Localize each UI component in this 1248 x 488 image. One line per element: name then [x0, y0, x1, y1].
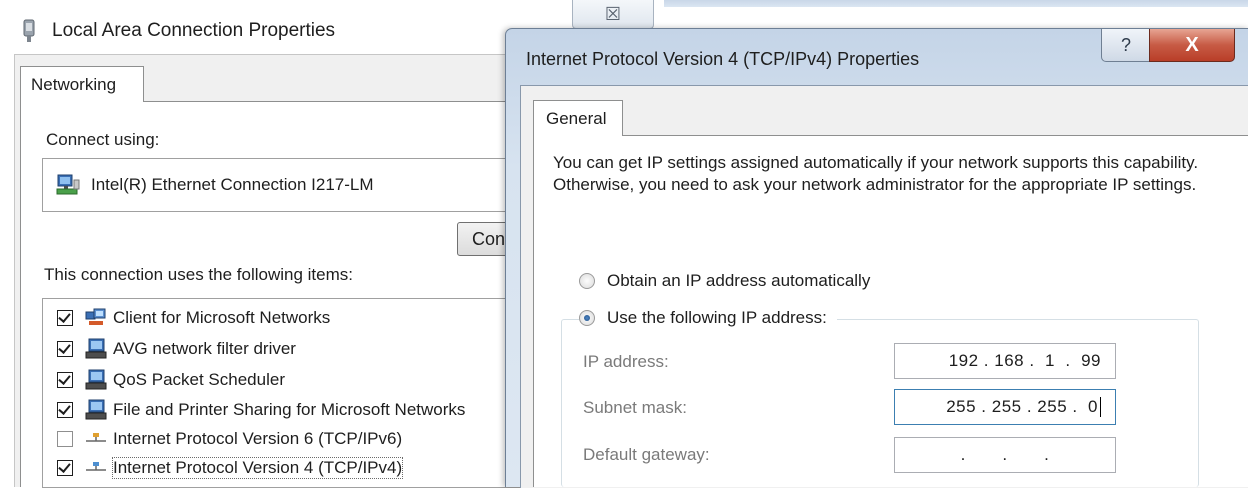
list-item[interactable]: Internet Protocol Version 4 (TCP/IPv4) — [57, 454, 404, 482]
ip-address-field[interactable]: 192 . 168 . 1 . 99 — [894, 343, 1116, 379]
tab-networking[interactable]: Networking — [20, 66, 144, 102]
default-gateway-value: . . . — [955, 445, 1055, 464]
checkbox[interactable] — [57, 431, 73, 447]
subnet-mask-field[interactable]: 255 . 255 . 255 . 0 — [894, 389, 1116, 425]
radio-use-following[interactable]: Use the following IP address: — [579, 308, 837, 328]
radio-button[interactable] — [579, 273, 595, 289]
network-adapter-icon — [23, 19, 35, 42]
close-icon: X — [1185, 33, 1199, 56]
ip-address-label: IP address: — [583, 352, 669, 371]
window-title[interactable]: Internet Protocol Version 4 (TCP/IPv4) P… — [526, 49, 919, 70]
item-label: Internet Protocol Version 4 (TCP/IPv4) — [111, 457, 404, 479]
list-item[interactable]: File and Printer Sharing for Microsoft N… — [57, 396, 465, 424]
item-label: File and Printer Sharing for Microsoft N… — [113, 400, 466, 419]
items-list-label: This connection uses the following items… — [44, 265, 353, 284]
list-item[interactable]: QoS Packet Scheduler — [57, 366, 285, 394]
help-icon: ? — [1120, 34, 1131, 55]
item-label: QoS Packet Scheduler — [113, 370, 285, 389]
list-item[interactable]: Client for Microsoft Networks — [57, 304, 330, 332]
subnet-mask-label: Subnet mask: — [583, 398, 687, 417]
default-gateway-label: Default gateway: — [583, 445, 710, 464]
ip-address-value: 192 . 168 . 1 . 99 — [948, 351, 1101, 370]
radio-button[interactable] — [579, 310, 595, 326]
tab-label: General — [546, 108, 607, 128]
checkbox[interactable] — [57, 310, 73, 326]
list-item[interactable]: AVG network filter driver — [57, 335, 296, 363]
item-label: Client for Microsoft Networks — [113, 308, 331, 327]
checkbox[interactable] — [57, 341, 73, 357]
network-service-icon — [85, 338, 107, 359]
list-item[interactable]: Internet Protocol Version 6 (TCP/IPv6) — [57, 425, 402, 453]
close-button[interactable]: X — [1149, 29, 1235, 62]
window-frame — [664, 0, 1248, 7]
window-title-bar[interactable]: Local Area Connection Properties — [20, 14, 335, 48]
network-client-icon — [85, 308, 106, 325]
checkbox[interactable] — [57, 372, 73, 388]
network-service-icon — [85, 399, 107, 420]
adapter-name: Intel(R) Ethernet Connection I217-LM — [91, 175, 374, 194]
item-label: Internet Protocol Version 6 (TCP/IPv6) — [113, 429, 403, 448]
radio-label: Obtain an IP address automatically — [607, 271, 871, 290]
item-label: AVG network filter driver — [113, 339, 296, 358]
default-gateway-field[interactable]: . . . — [894, 437, 1116, 473]
intro-text: You can get IP settings assigned automat… — [553, 153, 1199, 194]
close-icon: ☒ — [604, 3, 622, 24]
network-service-icon — [85, 369, 107, 390]
connect-using-label: Connect using: — [46, 130, 160, 149]
close-button[interactable]: ☒ — [572, 0, 654, 29]
tab-general[interactable]: General — [533, 100, 623, 136]
radio-label: Use the following IP address: — [607, 308, 827, 327]
checkbox[interactable] — [57, 402, 73, 418]
text-caret — [1100, 397, 1101, 417]
subnet-mask-value: 255 . 255 . 255 . 0 — [946, 397, 1098, 416]
checkbox[interactable] — [57, 460, 73, 476]
ethernet-adapter-icon — [56, 174, 80, 195]
help-button[interactable]: ? — [1101, 29, 1151, 62]
window-title: Local Area Connection Properties — [52, 20, 336, 41]
protocol-icon — [86, 433, 106, 442]
tab-label: Networking — [31, 74, 117, 94]
protocol-icon — [86, 462, 106, 471]
radio-obtain-automatically[interactable]: Obtain an IP address automatically — [579, 271, 871, 291]
